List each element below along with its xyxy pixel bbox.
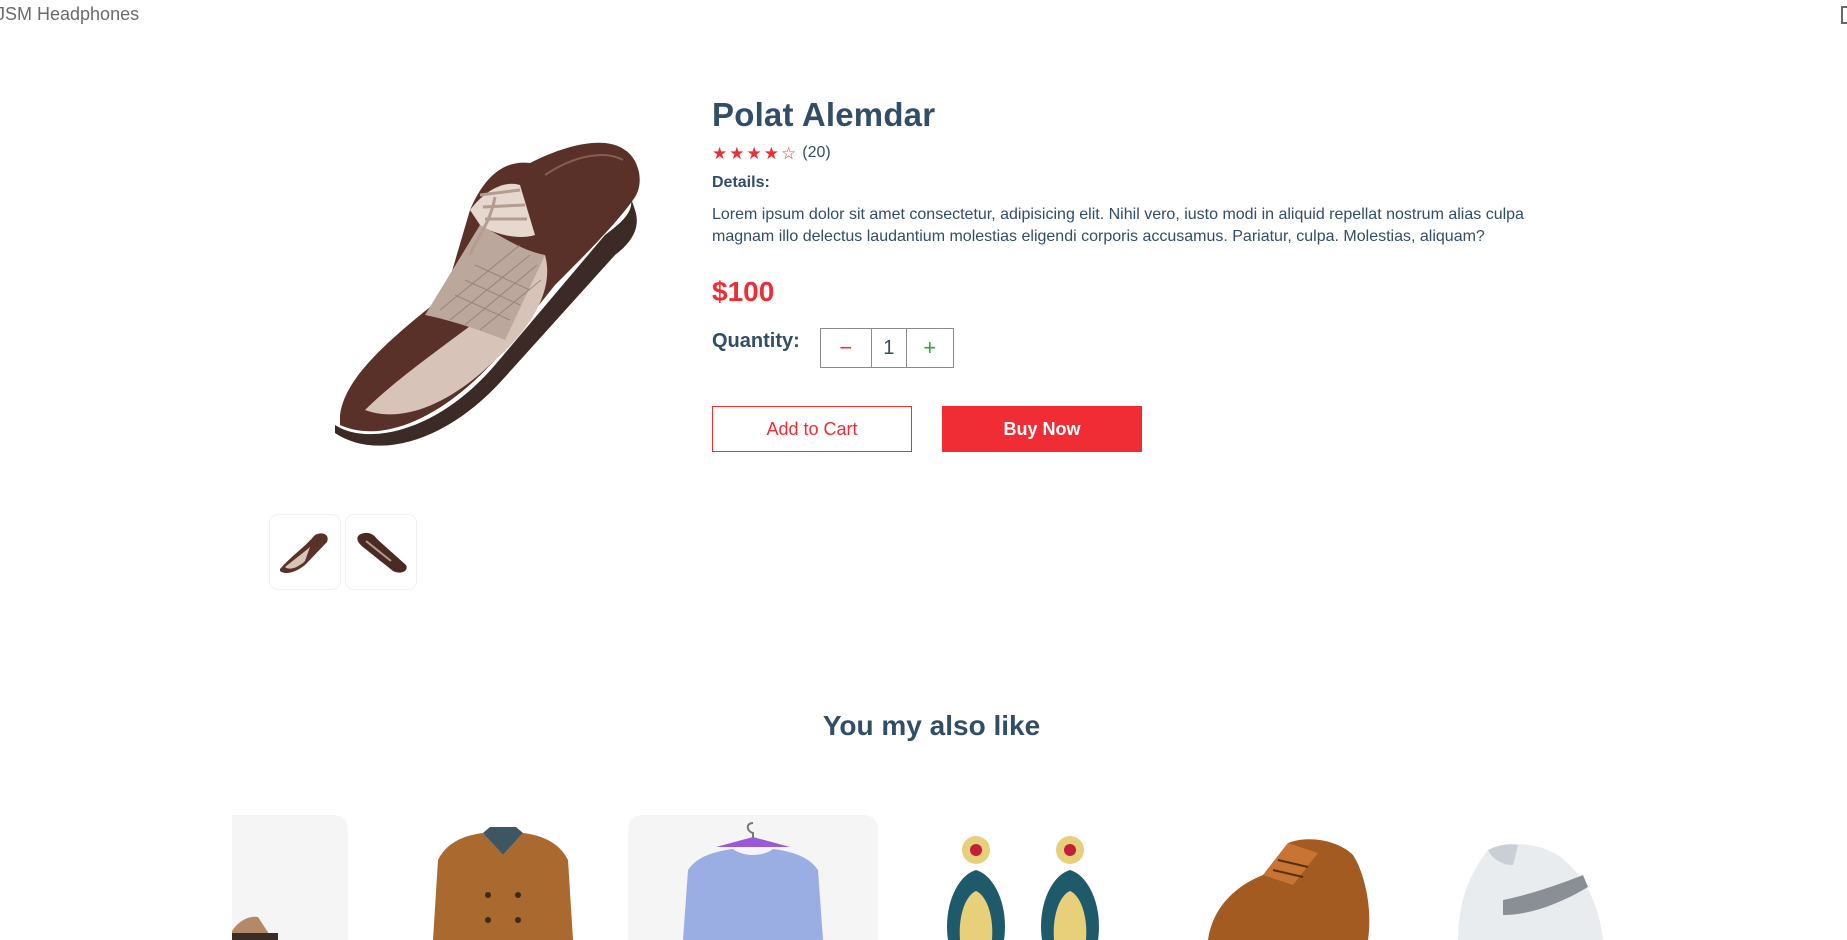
cart-icon[interactable] [1841, 6, 1847, 24]
details-label: Details: [712, 174, 770, 191]
product-price: $100 [712, 276, 775, 307]
product-title: Polat Alemdar [712, 96, 936, 133]
quantity-value: 1 [883, 336, 895, 359]
product-thumbnail-1[interactable] [270, 515, 340, 589]
brand-logo[interactable]: JSM Headphones [0, 4, 139, 25]
details-text: Lorem ipsum dolor sit amet consectetur, … [712, 206, 1524, 245]
buy-now-button[interactable]: Buy Now [942, 406, 1142, 452]
add-to-cart-button[interactable]: Add to Cart [712, 406, 912, 452]
product-card-brown-shoe[interactable] [1168, 815, 1418, 940]
review-count: (20) [802, 144, 831, 161]
related-products-title: You my also like [822, 710, 1041, 741]
star-filled-icon: ★ [763, 143, 779, 163]
rating-stars: ★ ★ ★ ★ ☆ [712, 145, 796, 162]
brown-shoe-image [1208, 839, 1370, 940]
earrings-image [947, 836, 1099, 940]
related-products-carousel [232, 815, 1847, 940]
star-filled-icon: ★ [729, 143, 745, 163]
product-thumbnail-2[interactable] [346, 515, 416, 589]
sneaker-image [1458, 843, 1603, 940]
product-card-hat[interactable] [232, 815, 348, 940]
product-main-image [305, 115, 675, 455]
star-empty-icon: ☆ [781, 143, 797, 163]
coat-image [433, 827, 573, 940]
star-filled-icon: ★ [746, 143, 762, 163]
hat-image [232, 916, 278, 940]
quantity-label: Quantity: [712, 330, 800, 352]
product-card-earrings[interactable] [898, 815, 1148, 940]
quantity-stepper: − 1 + [819, 328, 954, 368]
quantity-plus-button[interactable]: + [905, 329, 953, 367]
star-filled-icon: ★ [712, 143, 728, 163]
product-card-coat[interactable] [378, 815, 628, 940]
sweater-image [683, 822, 823, 940]
rating: ★ ★ ★ ★ ☆ (20) [712, 144, 1562, 162]
quantity-minus-button[interactable]: − [821, 329, 872, 367]
product-card-sweater[interactable] [628, 815, 878, 940]
quantity-row: Quantity: − 1 + [712, 328, 1562, 368]
product-card-sneaker[interactable] [1408, 815, 1658, 940]
